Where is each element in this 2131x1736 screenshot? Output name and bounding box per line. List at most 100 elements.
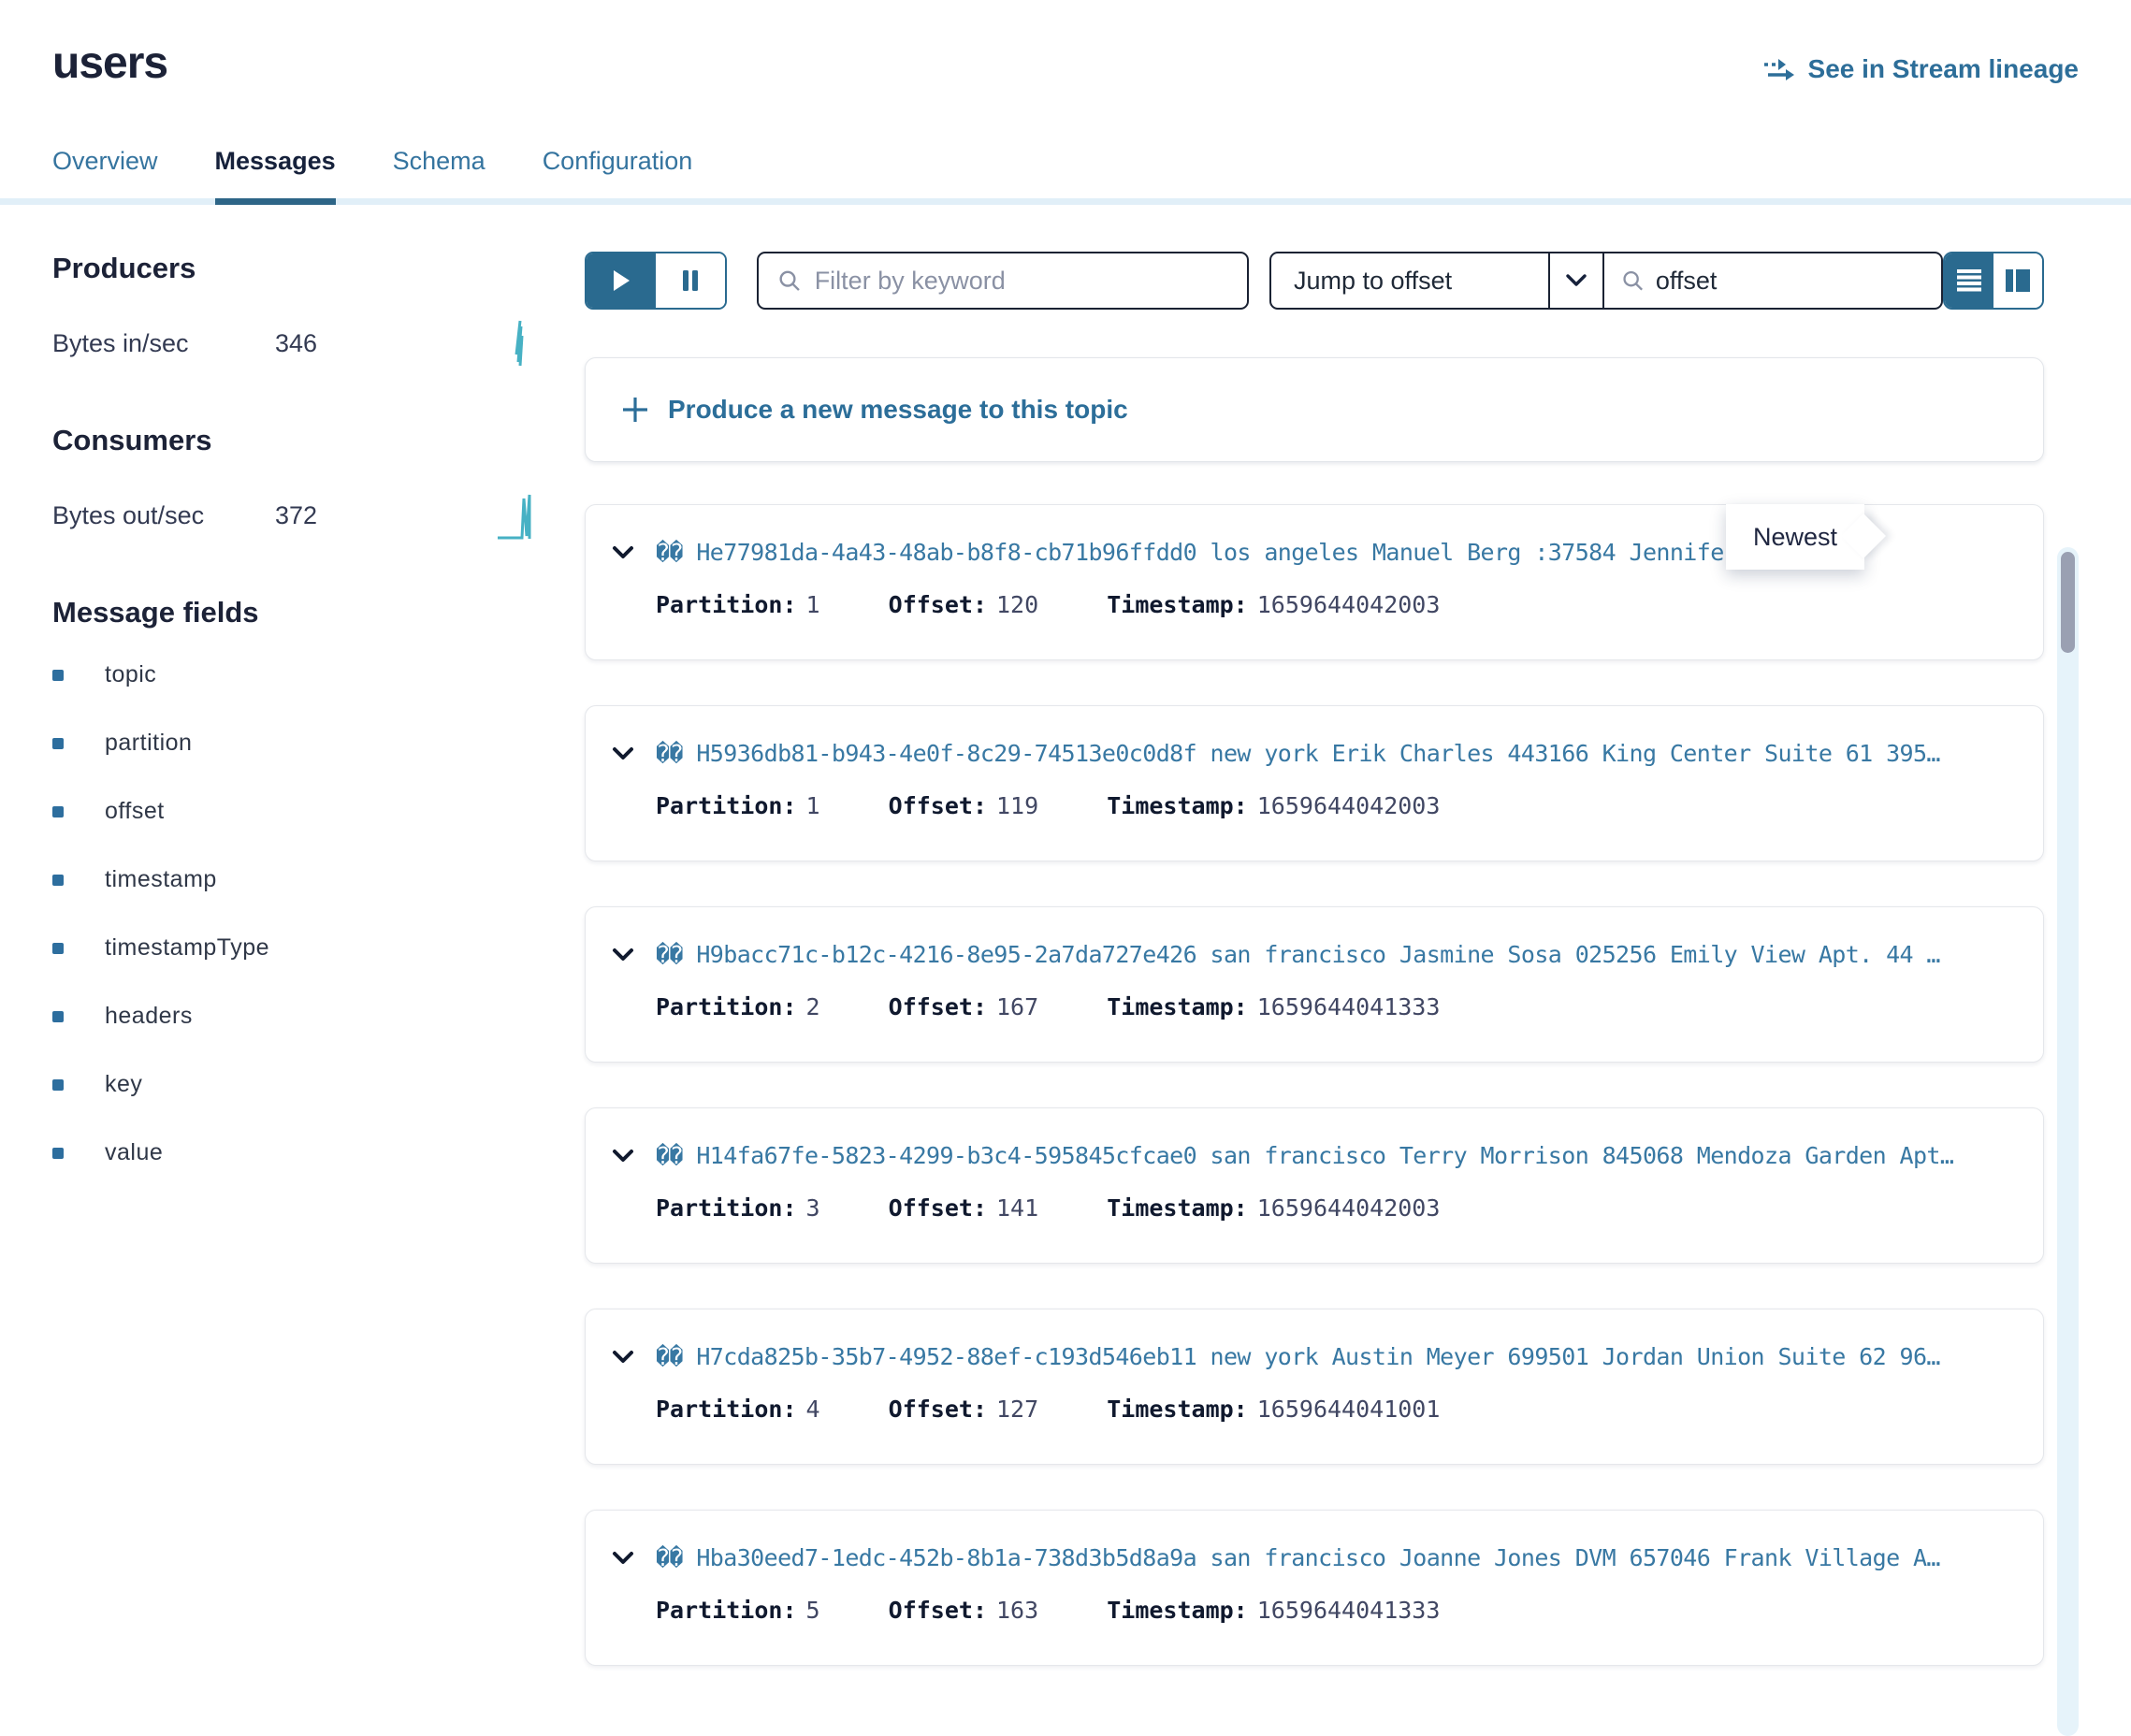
field-item-partition[interactable]: partition (52, 730, 539, 757)
timestamp-value: 1659644041333 (1257, 1597, 1441, 1624)
message-meta: Partition:1 Offset:119 Timestamp:1659644… (656, 792, 2021, 819)
field-bullet-icon (52, 1148, 64, 1159)
timestamp-label: Timestamp: (1107, 591, 1248, 618)
message-key[interactable]: �� H7cda825b-35b7-4952-88ef-c193d546eb11… (656, 1343, 1940, 1370)
jump-to-offset-select[interactable]: Jump to offset (1269, 252, 1604, 310)
message-row[interactable]: �� Hba30eed7-1edc-452b-8b1a-738d3b5d8a9a… (585, 1510, 2044, 1666)
filter-field (757, 252, 1249, 310)
filter-input[interactable] (815, 267, 1228, 296)
field-bullet-icon (52, 1011, 64, 1022)
message-fields-list: topic partition offset timestamp timesta… (52, 661, 539, 1166)
field-label: value (105, 1139, 163, 1166)
offset-label: Offset: (889, 1194, 987, 1222)
view-mode-toggle (1943, 252, 2044, 310)
bytes-in-sparkline (501, 317, 539, 369)
tab-messages[interactable]: Messages (215, 147, 336, 205)
partition-label: Partition: (656, 993, 797, 1020)
field-item-timestampType[interactable]: timestampType (52, 934, 539, 962)
message-meta: Partition:1 Offset:120 Timestamp:1659644… (656, 591, 2021, 618)
timestamp-value: 1659644042003 (1257, 792, 1441, 819)
newest-tooltip: Newest (1726, 504, 1864, 570)
play-icon (612, 269, 631, 292)
message-fields-heading: Message fields (52, 596, 539, 629)
field-item-offset[interactable]: offset (52, 798, 539, 825)
expand-chevron-icon[interactable] (612, 948, 634, 962)
field-label: key (105, 1071, 142, 1098)
field-item-timestamp[interactable]: timestamp (52, 866, 539, 893)
offset-search-field (1604, 252, 1943, 310)
offset-value: 141 (996, 1194, 1038, 1222)
timestamp-value: 1659644042003 (1257, 591, 1441, 618)
replacement-glyphs: �� (656, 1544, 696, 1571)
bytes-out-label: Bytes out/sec (52, 501, 275, 530)
expand-chevron-icon[interactable] (612, 1551, 634, 1566)
offset-value: 120 (996, 591, 1038, 618)
jump-to-offset-value: Jump to offset (1271, 267, 1548, 296)
offset-value: 163 (996, 1597, 1038, 1624)
offset-search-input[interactable] (1656, 267, 1924, 296)
scrollbar-thumb[interactable] (2061, 552, 2075, 653)
replacement-glyphs: �� (656, 1142, 696, 1169)
message-row[interactable]: �� H9bacc71c-b12c-4216-8e95-2a7da727e426… (585, 906, 2044, 1063)
producers-stat: Bytes in/sec 346 (52, 317, 539, 369)
field-label: topic (105, 661, 156, 688)
message-key[interactable]: �� H5936db81-b943-4e0f-8c29-74513e0c0d8f… (656, 740, 1940, 767)
offset-value: 167 (996, 993, 1038, 1020)
partition-value: 2 (806, 993, 820, 1020)
field-bullet-icon (52, 943, 64, 954)
replacement-glyphs: �� (656, 740, 696, 767)
tab-configuration[interactable]: Configuration (543, 147, 693, 198)
pause-button[interactable] (656, 253, 725, 308)
field-label: timestampType (105, 934, 269, 962)
tab-schema[interactable]: Schema (393, 147, 486, 198)
replacement-glyphs: �� (656, 1343, 696, 1370)
field-item-value[interactable]: value (52, 1139, 539, 1166)
timestamp-label: Timestamp: (1107, 993, 1248, 1020)
message-row[interactable]: �� H7cda825b-35b7-4952-88ef-c193d546eb11… (585, 1309, 2044, 1465)
bytes-in-value: 346 (275, 329, 317, 358)
scrollbar-track[interactable] (2057, 547, 2079, 1736)
stream-lineage-link[interactable]: See in Stream lineage (1763, 54, 2079, 84)
tab-overview[interactable]: Overview (52, 147, 158, 198)
offset-value: 127 (996, 1396, 1038, 1423)
expand-chevron-icon[interactable] (612, 746, 634, 761)
replacement-glyphs: �� (656, 941, 696, 968)
partition-label: Partition: (656, 1396, 797, 1423)
pause-icon (682, 269, 699, 292)
timestamp-value: 1659644042003 (1257, 1194, 1441, 1222)
message-key[interactable]: �� Hba30eed7-1edc-452b-8b1a-738d3b5d8a9a… (656, 1544, 1940, 1571)
stream-lineage-label: See in Stream lineage (1808, 54, 2079, 84)
timestamp-label: Timestamp: (1107, 1597, 1248, 1624)
page-header: users See in Stream lineage (0, 0, 2131, 89)
field-item-headers[interactable]: headers (52, 1003, 539, 1030)
produce-message-button[interactable]: Produce a new message to this topic (585, 357, 2044, 462)
expand-chevron-icon[interactable] (612, 1149, 634, 1164)
newest-tooltip-label: Newest (1753, 523, 1837, 552)
expand-chevron-icon[interactable] (612, 1350, 634, 1365)
offset-label: Offset: (889, 1396, 987, 1423)
field-bullet-icon (52, 1079, 64, 1091)
message-key[interactable]: �� H14fa67fe-5823-4299-b3c4-595845cfcae0… (656, 1142, 1953, 1169)
column-view-button[interactable] (1993, 253, 2042, 308)
search-icon (777, 268, 802, 294)
field-label: partition (105, 730, 192, 757)
sidebar: Producers Bytes in/sec 346 Consumers Byt… (52, 252, 539, 1666)
offset-label: Offset: (889, 1597, 987, 1624)
message-row[interactable]: �� H5936db81-b943-4e0f-8c29-74513e0c0d8f… (585, 705, 2044, 861)
expand-chevron-icon[interactable] (612, 545, 634, 560)
consumers-heading: Consumers (52, 424, 539, 457)
bytes-in-label: Bytes in/sec (52, 329, 275, 358)
bytes-out-value: 372 (275, 501, 317, 530)
partition-value: 4 (806, 1396, 820, 1423)
field-bullet-icon (52, 806, 64, 817)
message-meta: Partition:2 Offset:167 Timestamp:1659644… (656, 993, 2021, 1020)
field-item-key[interactable]: key (52, 1071, 539, 1098)
message-key[interactable]: �� He77981da-4a43-48ab-b8f8-cb71b96ffdd0… (656, 539, 1846, 566)
message-row[interactable]: �� H14fa67fe-5823-4299-b3c4-595845cfcae0… (585, 1107, 2044, 1264)
field-bullet-icon (52, 875, 64, 886)
field-item-topic[interactable]: topic (52, 661, 539, 688)
message-meta: Partition:4 Offset:127 Timestamp:1659644… (656, 1396, 2021, 1423)
list-view-button[interactable] (1945, 253, 1993, 308)
message-key[interactable]: �� H9bacc71c-b12c-4216-8e95-2a7da727e426… (656, 941, 1940, 968)
play-button[interactable] (587, 253, 656, 308)
